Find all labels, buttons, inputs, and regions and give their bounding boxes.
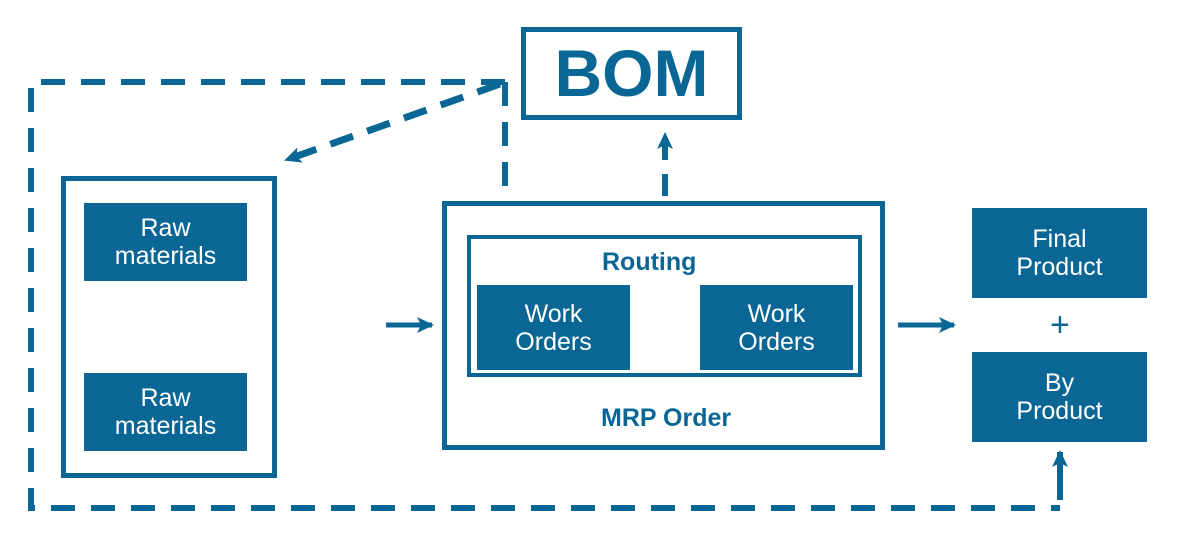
final-product-label: Final Product: [1016, 225, 1102, 281]
raw-materials-label-2: Raw materials: [115, 384, 216, 440]
final-product-box[interactable]: Final Product: [972, 208, 1147, 298]
mrp-order-label: MRP Order: [601, 404, 732, 432]
work-orders-label-1: Work Orders: [515, 300, 591, 356]
bom-box[interactable]: BOM: [521, 27, 742, 120]
arrow-bom-to-raw-materials: [284, 80, 502, 164]
work-orders-line-2: Orders: [738, 327, 815, 356]
raw-materials-line-2: materials: [114, 242, 217, 270]
work-orders-line-1: Work: [524, 299, 583, 328]
raw-materials-line-2: materials: [114, 412, 217, 440]
final-product-line-2: Product: [1016, 253, 1103, 281]
by-product-line-2: Product: [1016, 397, 1103, 425]
raw-materials-line-1: Raw: [140, 384, 191, 412]
by-product-line-1: By: [1044, 369, 1075, 397]
mrp-bom-diagram: BOM Raw materials Raw materials Routing …: [0, 0, 1200, 548]
raw-materials-box-1[interactable]: Raw materials: [84, 203, 247, 281]
routing-label: Routing: [602, 248, 697, 276]
raw-materials-line-1: Raw: [140, 214, 191, 242]
raw-materials-label-1: Raw materials: [115, 214, 216, 270]
work-orders-line-2: Orders: [515, 327, 592, 356]
raw-materials-box-2[interactable]: Raw materials: [84, 373, 247, 451]
work-orders-box-1[interactable]: Work Orders: [477, 285, 630, 370]
work-orders-line-1: Work: [747, 299, 806, 328]
work-orders-label-2: Work Orders: [738, 300, 814, 356]
work-orders-box-2[interactable]: Work Orders: [700, 285, 853, 370]
final-product-line-1: Final: [1032, 225, 1087, 253]
plus-sign: +: [1050, 306, 1070, 344]
bom-label: BOM: [554, 35, 709, 110]
by-product-label: By Product: [1016, 369, 1102, 425]
by-product-box[interactable]: By Product: [972, 352, 1147, 442]
